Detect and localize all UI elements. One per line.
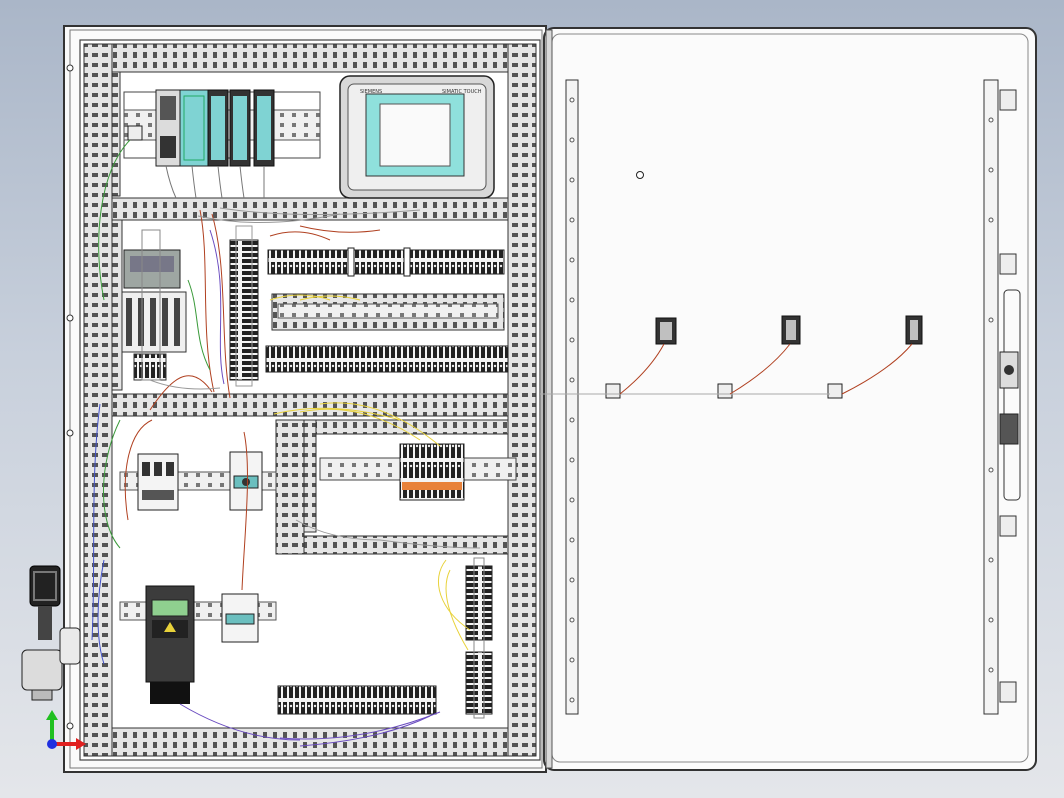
enclosure-door (543, 27, 1037, 771)
din-rail-row-2 (271, 293, 505, 331)
terminal-strip-bottom (277, 685, 437, 715)
terminal-strip-vertical-right (465, 557, 493, 719)
terminal-strip-row-3 (265, 345, 509, 373)
cad-drawing-canvas: SIEMENS SIMATIC TOUCH (21, 25, 1037, 773)
door-screw (636, 171, 644, 179)
terminal-strip-row-1 (267, 247, 505, 277)
hmi-brand-text: SIEMENS (360, 89, 382, 95)
hmi-panel: SIEMENS SIMATIC TOUCH (339, 75, 495, 199)
hmi-model-text: SIMATIC TOUCH (442, 89, 482, 95)
door-hinge-rail (565, 79, 579, 715)
terminal-strip-vertical (229, 225, 259, 387)
